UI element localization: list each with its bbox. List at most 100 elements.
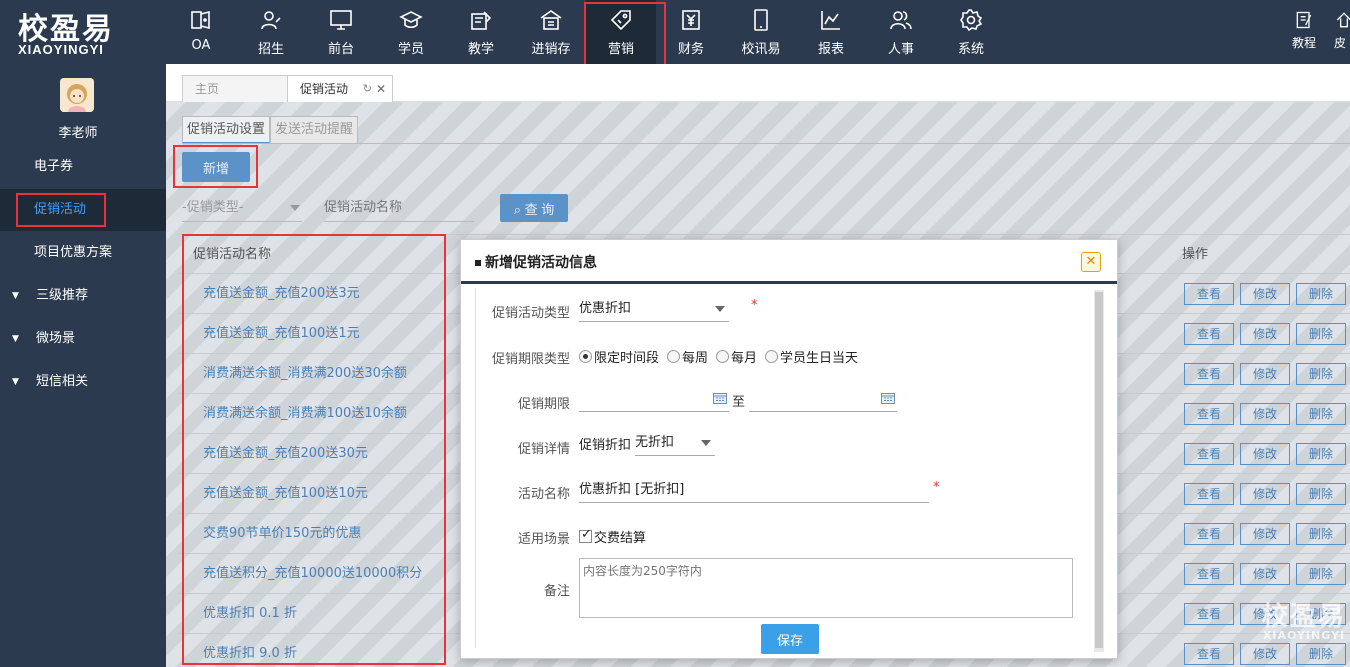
view-button[interactable]: 查看 bbox=[1184, 323, 1234, 345]
activity-name-input[interactable]: 优惠折扣 [无折扣] bbox=[579, 477, 929, 503]
edit-button[interactable]: 修改 bbox=[1240, 523, 1290, 545]
delete-button[interactable]: 删除 bbox=[1296, 643, 1346, 665]
nav-oa[interactable]: OA bbox=[166, 0, 236, 64]
nav-label: 前台 bbox=[327, 42, 354, 57]
promotion-name-link[interactable]: 交费90节单价150元的优惠 bbox=[203, 514, 361, 554]
nav-label: 系统 bbox=[957, 42, 984, 57]
nav-school-message[interactable]: 校讯易 bbox=[726, 0, 796, 64]
close-icon[interactable]: ✕ bbox=[376, 76, 386, 102]
start-date-input[interactable] bbox=[579, 386, 729, 412]
promotion-name-link[interactable]: 消费满送余额_消费满200送30余额 bbox=[203, 354, 407, 394]
promotion-name-link[interactable]: 充值送金额_充值100送10元 bbox=[203, 474, 368, 514]
nav-report[interactable]: 报表 bbox=[796, 0, 866, 64]
sidebar-item-micro-scene[interactable]: ▼ 微场景 bbox=[0, 318, 166, 360]
delete-button[interactable]: 删除 bbox=[1296, 523, 1346, 545]
promotion-name-link[interactable]: 充值送积分_充值10000送10000积分 bbox=[203, 554, 422, 594]
calendar-icon[interactable] bbox=[881, 392, 895, 404]
edit-button[interactable]: 修改 bbox=[1240, 283, 1290, 305]
view-button[interactable]: 查看 bbox=[1184, 443, 1234, 465]
top-navbar: 校盈易 XIAOYINGYI OA 招生 前台 学员 教学 进销存 营销 财务 … bbox=[0, 0, 1350, 67]
view-button[interactable]: 查看 bbox=[1184, 283, 1234, 305]
oa-icon bbox=[191, 10, 210, 30]
nav-label: 报表 bbox=[817, 42, 844, 57]
edit-button[interactable]: 修改 bbox=[1240, 483, 1290, 505]
subtab-promotion-settings[interactable]: 促销活动设置 bbox=[182, 116, 271, 144]
edit-button[interactable]: 修改 bbox=[1240, 323, 1290, 345]
delete-button[interactable]: 删除 bbox=[1296, 323, 1346, 345]
query-button[interactable]: ⌕ 查 询 bbox=[500, 194, 568, 222]
delete-button[interactable]: 删除 bbox=[1296, 363, 1346, 385]
nav-hr[interactable]: 人事 bbox=[866, 0, 936, 64]
tab-promotion[interactable]: 促销活动 ↻ ✕ bbox=[287, 75, 393, 102]
radio-weekly[interactable]: 每周 bbox=[667, 347, 708, 366]
delete-button[interactable]: 删除 bbox=[1296, 403, 1346, 425]
edit-button[interactable]: 修改 bbox=[1240, 643, 1290, 665]
tutorial-icon bbox=[1296, 11, 1312, 29]
promotion-name-link[interactable]: 充值送金额_充值200送30元 bbox=[203, 434, 368, 474]
promotion-type-select[interactable]: -促销类型- bbox=[182, 194, 302, 222]
remark-textarea[interactable] bbox=[579, 558, 1073, 618]
scrollbar-thumb[interactable] bbox=[1095, 292, 1103, 648]
sidebar-item-sms[interactable]: ▼ 短信相关 bbox=[0, 361, 166, 403]
radio-label: 学员生日当天 bbox=[780, 351, 859, 366]
dialog-scrollbar[interactable] bbox=[1094, 290, 1104, 652]
view-button[interactable]: 查看 bbox=[1184, 523, 1234, 545]
end-date-input[interactable] bbox=[749, 386, 897, 412]
promotion-type-dropdown[interactable]: 优惠折扣 bbox=[579, 296, 729, 322]
promotion-name-input[interactable] bbox=[324, 194, 474, 222]
view-button[interactable]: 查看 bbox=[1184, 643, 1234, 665]
period-label: 促销期限 bbox=[517, 397, 570, 412]
sidebar-item-referral[interactable]: ▼ 三级推荐 bbox=[0, 275, 166, 317]
dialog-title-text: 新增促销活动信息 bbox=[485, 255, 597, 271]
close-icon[interactable]: ✕ bbox=[1081, 252, 1101, 272]
promotion-name-link[interactable]: 消费满送余额_消费满100送10余额 bbox=[203, 394, 407, 434]
nav-system[interactable]: 系统 bbox=[936, 0, 1006, 64]
nav-finance[interactable]: 财务 bbox=[656, 0, 726, 64]
scene-checkbox-payment[interactable]: 交费结算 bbox=[579, 527, 646, 546]
refresh-icon[interactable]: ↻ bbox=[363, 76, 372, 102]
username: 李老师 bbox=[58, 126, 98, 141]
promotion-name-link[interactable]: 充值送金额_充值200送3元 bbox=[203, 274, 360, 314]
skin-button[interactable]: 皮 bbox=[1330, 0, 1350, 64]
promotion-name-link[interactable]: 优惠折扣 9.0 折 bbox=[203, 634, 297, 667]
add-button[interactable]: 新增 bbox=[182, 152, 250, 182]
view-button[interactable]: 查看 bbox=[1184, 603, 1234, 625]
radio-time-range[interactable]: 限定时间段 bbox=[579, 347, 659, 366]
discount-dropdown[interactable]: 无折扣 bbox=[635, 430, 715, 456]
delete-button[interactable]: 删除 bbox=[1296, 283, 1346, 305]
sidebar-item-project-discount[interactable]: 项目优惠方案 bbox=[0, 232, 166, 274]
nav-student[interactable]: 学员 bbox=[376, 0, 446, 64]
nav-marketing[interactable]: 营销 bbox=[584, 0, 666, 67]
calendar-icon[interactable] bbox=[713, 392, 727, 404]
sidebar-item-label: 三级推荐 bbox=[36, 288, 89, 303]
tutorial-button[interactable]: 教程 bbox=[1278, 0, 1330, 64]
sidebar-item-promotion[interactable]: 促销活动 bbox=[0, 189, 166, 231]
nav-label: 教学 bbox=[467, 42, 494, 57]
subtab-send-reminder[interactable]: 发送活动提醒 bbox=[270, 116, 359, 144]
edit-button[interactable]: 修改 bbox=[1240, 403, 1290, 425]
nav-inventory[interactable]: 进销存 bbox=[516, 0, 586, 64]
view-button[interactable]: 查看 bbox=[1184, 563, 1234, 585]
save-button[interactable]: 保存 bbox=[761, 624, 819, 654]
view-button[interactable]: 查看 bbox=[1184, 483, 1234, 505]
delete-button[interactable]: 删除 bbox=[1296, 443, 1346, 465]
row-actions: 查看 修改 删除 bbox=[1184, 283, 1346, 305]
radio-monthly[interactable]: 每月 bbox=[716, 347, 757, 366]
promotion-name-link[interactable]: 优惠折扣 0.1 折 bbox=[203, 594, 297, 634]
edit-button[interactable]: 修改 bbox=[1240, 363, 1290, 385]
dialog-header: 新增促销活动信息 ✕ bbox=[461, 240, 1117, 284]
nav-enroll[interactable]: 招生 bbox=[236, 0, 306, 64]
view-button[interactable]: 查看 bbox=[1184, 403, 1234, 425]
radio-birthday[interactable]: 学员生日当天 bbox=[765, 347, 858, 366]
avatar[interactable] bbox=[60, 78, 94, 112]
tab-home[interactable]: 主页 bbox=[182, 75, 288, 102]
nav-teaching[interactable]: 教学 bbox=[446, 0, 516, 64]
sidebar-item-e-coupon[interactable]: 电子券 bbox=[0, 146, 166, 188]
edit-button[interactable]: 修改 bbox=[1240, 443, 1290, 465]
promotion-name-link[interactable]: 充值送金额_充值100送1元 bbox=[203, 314, 360, 354]
nav-front-desk[interactable]: 前台 bbox=[306, 0, 376, 64]
delete-button[interactable]: 删除 bbox=[1296, 483, 1346, 505]
edit-button[interactable]: 修改 bbox=[1240, 563, 1290, 585]
view-button[interactable]: 查看 bbox=[1184, 363, 1234, 385]
delete-button[interactable]: 删除 bbox=[1296, 563, 1346, 585]
